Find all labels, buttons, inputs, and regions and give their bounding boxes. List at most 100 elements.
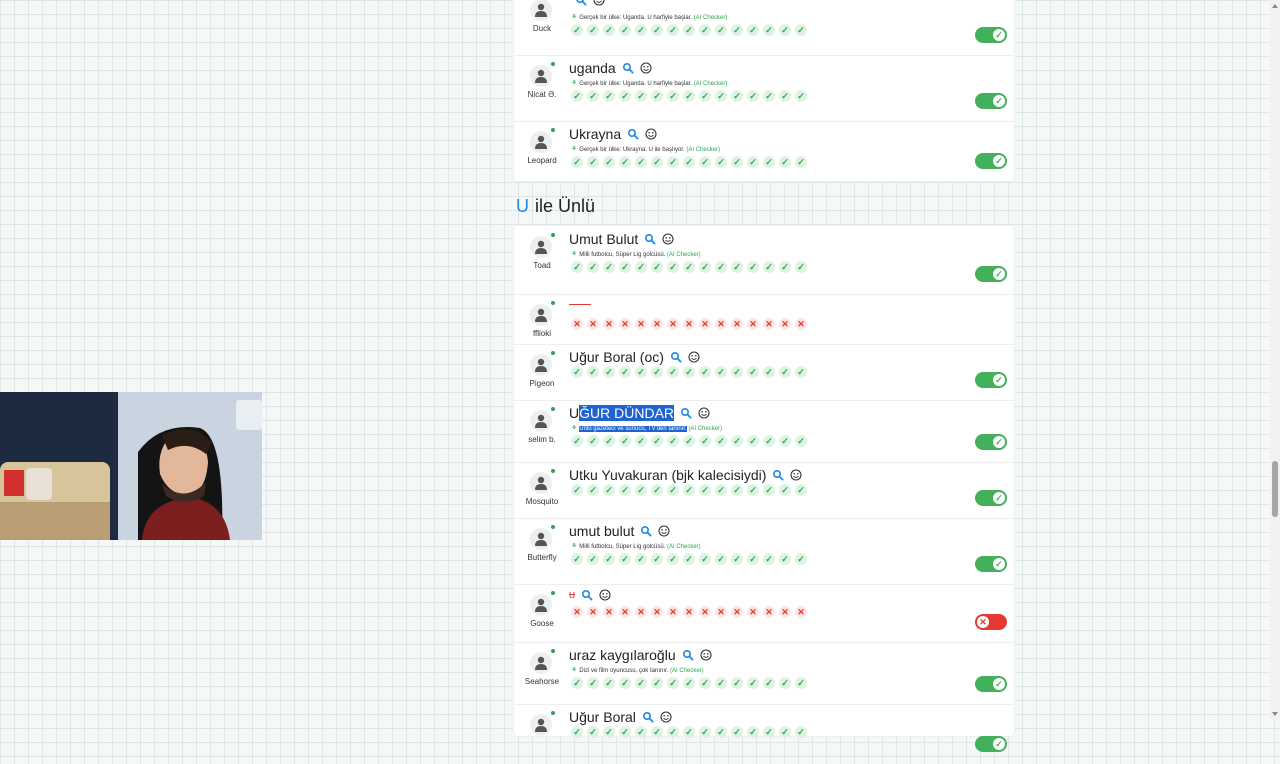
validity-toggle[interactable]: ✓ bbox=[975, 93, 1007, 109]
scrollbar-thumb[interactable] bbox=[1272, 461, 1278, 517]
vote-accept-icon: ✓ bbox=[683, 156, 695, 168]
search-icon[interactable] bbox=[682, 649, 694, 661]
search-icon[interactable] bbox=[640, 525, 652, 537]
validity-toggle[interactable]: ✓ bbox=[975, 736, 1007, 752]
search-icon[interactable] bbox=[622, 62, 634, 74]
answer-text: Umut Bulut bbox=[569, 231, 639, 247]
vote-accept-icon: ✓ bbox=[731, 553, 743, 565]
player-name: Butterfly bbox=[527, 553, 557, 562]
emoji-icon[interactable] bbox=[660, 711, 672, 723]
validity-toggle[interactable]: ✓ bbox=[975, 434, 1007, 450]
vote-accept-icon: ✓ bbox=[667, 435, 679, 447]
vote-accept-icon: ✓ bbox=[667, 366, 679, 378]
emoji-icon[interactable] bbox=[599, 589, 611, 601]
emoji-icon[interactable] bbox=[688, 351, 700, 363]
section-letter: U bbox=[516, 196, 529, 216]
validity-toggle[interactable]: ✓ bbox=[975, 556, 1007, 572]
vote-accept-icon: ✓ bbox=[779, 366, 791, 378]
vote-accept-icon: ✓ bbox=[747, 156, 759, 168]
scroll-up-icon[interactable] bbox=[1272, 4, 1278, 8]
scrollbar[interactable] bbox=[1270, 0, 1280, 720]
validity-toggle[interactable]: ✓ bbox=[975, 372, 1007, 388]
vote-reject-icon: ✕ bbox=[715, 606, 727, 618]
online-indicator bbox=[551, 233, 555, 237]
player-name: Duck bbox=[532, 24, 552, 33]
vote-accept-icon: ✓ bbox=[603, 484, 615, 496]
toggle-knob: ✓ bbox=[993, 268, 1005, 280]
player-name: Toad bbox=[533, 261, 551, 270]
search-icon[interactable] bbox=[772, 469, 784, 481]
search-icon[interactable] bbox=[644, 233, 656, 245]
vote-accept-icon: ✓ bbox=[699, 90, 711, 102]
search-icon[interactable] bbox=[627, 128, 639, 140]
vote-accept-icon: ✓ bbox=[571, 677, 583, 689]
vote-accept-icon: ✓ bbox=[747, 484, 759, 496]
vote-accept-icon: ✓ bbox=[699, 553, 711, 565]
search-icon[interactable] bbox=[680, 407, 692, 419]
celebrity-answer-row: Goose u ✕ ✕ ✕ ✕ ✕ ✕ ✕ ✕ ✕ ✕ ✕ ✕ ✕ ✕ ✕ ✕ bbox=[514, 584, 1014, 643]
celebrity-answer-row: Seahorse uraz kaygılaroğlu ⚘ Dizi ve film… bbox=[514, 642, 1014, 705]
vote-list: ✓ ✓ ✓ ✓ ✓ ✓ ✓ ✓ ✓ ✓ ✓ ✓ ✓ ✓ ✓ bbox=[571, 366, 807, 378]
vote-accept-icon: ✓ bbox=[795, 366, 807, 378]
answer: Ukrayna bbox=[569, 126, 657, 142]
emoji-icon[interactable] bbox=[658, 525, 670, 537]
user-icon bbox=[535, 358, 547, 372]
vote-reject-icon: ✕ bbox=[795, 606, 807, 618]
note-text: Ünlü gazeteci ve sunucu, TV'den tanınır. bbox=[579, 426, 687, 432]
vote-accept-icon: ✓ bbox=[571, 484, 583, 496]
vote-accept-icon: ✓ bbox=[635, 553, 647, 565]
online-indicator bbox=[551, 711, 555, 715]
emoji-icon[interactable] bbox=[790, 469, 802, 481]
player-name: fflioki bbox=[532, 329, 552, 338]
player-name: selim b. bbox=[528, 435, 556, 444]
validity-toggle[interactable]: ✓ bbox=[975, 266, 1007, 282]
vote-list: ✓ ✓ ✓ ✓ ✓ ✓ ✓ ✓ ✓ ✓ ✓ ✓ ✓ ✓ ✓ bbox=[571, 677, 807, 689]
search-icon[interactable] bbox=[670, 351, 682, 363]
validity-toggle[interactable]: ✓ bbox=[975, 676, 1007, 692]
sprout-icon: ⚘ bbox=[571, 80, 578, 87]
search-icon[interactable] bbox=[581, 589, 593, 601]
scroll-down-icon[interactable] bbox=[1272, 712, 1278, 716]
validity-toggle[interactable]: ✓ bbox=[975, 153, 1007, 169]
vote-accept-icon: ✓ bbox=[795, 90, 807, 102]
emoji-icon[interactable] bbox=[640, 62, 652, 74]
country-answer-row: Nicat Ə. uganda ⚘ Gerçek bir ülke: Uganda… bbox=[514, 55, 1014, 122]
emoji-icon[interactable] bbox=[662, 233, 674, 245]
player-name: Mosquito bbox=[525, 497, 559, 506]
emoji-icon[interactable] bbox=[698, 407, 710, 419]
emoji-icon[interactable] bbox=[700, 649, 712, 661]
vote-reject-icon: ✕ bbox=[619, 606, 631, 618]
vote-accept-icon: ✓ bbox=[603, 435, 615, 447]
vote-reject-icon: ✕ bbox=[571, 606, 583, 618]
vote-accept-icon: ✓ bbox=[603, 553, 615, 565]
validity-toggle[interactable]: ✓ bbox=[975, 27, 1007, 43]
vote-accept-icon: ✓ bbox=[715, 366, 727, 378]
search-icon[interactable] bbox=[575, 0, 587, 6]
vote-accept-icon: ✓ bbox=[667, 261, 679, 273]
emoji-icon[interactable] bbox=[593, 0, 605, 6]
vote-reject-icon: ✕ bbox=[795, 318, 807, 330]
emoji-icon[interactable] bbox=[645, 128, 657, 140]
vote-accept-icon: ✓ bbox=[795, 261, 807, 273]
vote-reject-icon: ✕ bbox=[747, 318, 759, 330]
avatar bbox=[530, 472, 552, 494]
vote-accept-icon: ✓ bbox=[699, 677, 711, 689]
user-icon bbox=[535, 414, 547, 428]
vote-accept-icon: ✓ bbox=[603, 156, 615, 168]
vote-accept-icon: ✓ bbox=[715, 24, 727, 36]
search-icon[interactable] bbox=[642, 711, 654, 723]
vote-accept-icon: ✓ bbox=[731, 435, 743, 447]
user-icon bbox=[535, 135, 547, 149]
vote-reject-icon: ✕ bbox=[667, 318, 679, 330]
vote-accept-icon: ✓ bbox=[795, 156, 807, 168]
vote-accept-icon: ✓ bbox=[747, 366, 759, 378]
answer-text: uganda bbox=[569, 60, 616, 76]
validity-toggle[interactable]: ✓ bbox=[975, 490, 1007, 506]
vote-accept-icon: ✓ bbox=[587, 90, 599, 102]
validity-toggle[interactable]: ✕ bbox=[975, 614, 1007, 630]
vote-reject-icon: ✕ bbox=[731, 318, 743, 330]
sprout-icon: ⚘ bbox=[571, 146, 578, 153]
avatar bbox=[530, 594, 552, 616]
vote-accept-icon: ✓ bbox=[779, 677, 791, 689]
ai-checker-label: (AI Checker) bbox=[667, 252, 701, 258]
